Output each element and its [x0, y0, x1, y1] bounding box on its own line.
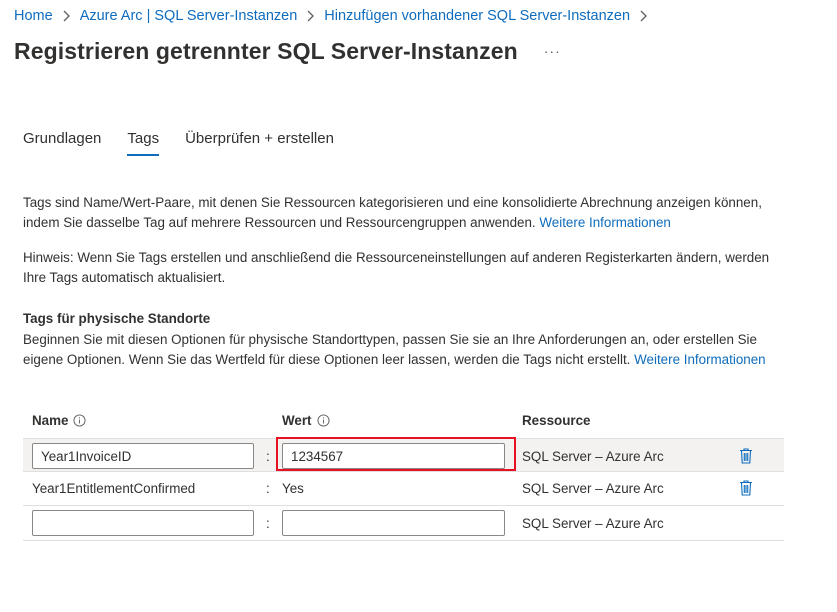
chevron-right-icon: [62, 10, 71, 22]
separator: :: [266, 481, 270, 496]
resource-text: SQL Server – Azure Arc: [522, 516, 664, 531]
header-name: Name: [32, 413, 87, 428]
tag-name-text: Year1EntitlementConfirmed: [32, 481, 196, 496]
separator: :: [266, 449, 270, 464]
tab-bar: Grundlagen Tags Überprüfen + erstellen: [23, 128, 360, 156]
intro-paragraph: Tags sind Name/Wert-Paare, mit denen Sie…: [23, 193, 788, 232]
learn-more-link-2[interactable]: Weitere Informationen: [634, 352, 766, 367]
title-row: Registrieren getrennter SQL Server-Insta…: [14, 34, 561, 68]
delete-icon[interactable]: [738, 447, 754, 465]
chevron-right-icon: [306, 10, 315, 22]
learn-more-link[interactable]: Weitere Informationen: [539, 215, 671, 230]
resource-text: SQL Server – Azure Arc: [522, 449, 664, 464]
separator: :: [266, 516, 270, 531]
section-title: Tags für physische Standorte: [23, 311, 211, 326]
breadcrumb: Home Azure Arc | SQL Server-Instanzen Hi…: [14, 6, 657, 26]
tags-table: Name Wert Ressource Year1InvoiceID : 123…: [23, 404, 784, 541]
note-paragraph: Hinweis: Wenn Sie Tags erstellen und ans…: [23, 250, 770, 285]
tag-value-input[interactable]: 1234567: [282, 443, 505, 469]
more-options-button[interactable]: ···: [544, 44, 561, 58]
delete-icon[interactable]: [738, 479, 754, 497]
breadcrumb-home[interactable]: Home: [14, 8, 53, 24]
header-resource: Ressource: [522, 413, 591, 428]
header-name-label: Name: [32, 413, 69, 428]
header-value-label: Wert: [282, 413, 312, 428]
breadcrumb-azure-arc[interactable]: Azure Arc | SQL Server-Instanzen: [80, 8, 298, 24]
tag-value-input[interactable]: [282, 510, 505, 536]
info-icon[interactable]: [73, 414, 87, 427]
header-value: Wert: [282, 413, 330, 428]
table-row: Year1InvoiceID : 1234567 SQL Server – Az…: [23, 437, 784, 472]
info-icon[interactable]: [316, 414, 330, 427]
breadcrumb-add-instances[interactable]: Hinzufügen vorhandener SQL Server-Instan…: [324, 8, 630, 24]
physical-paragraph: Beginnen Sie mit diesen Optionen für phy…: [23, 330, 788, 369]
resource-text: SQL Server – Azure Arc: [522, 481, 664, 496]
table-header: Name Wert Ressource: [23, 404, 784, 438]
tag-value-text: Yes: [282, 481, 304, 496]
chevron-right-icon: [639, 10, 648, 22]
tag-name-input[interactable]: [32, 510, 254, 536]
page-title: Registrieren getrennter SQL Server-Insta…: [14, 37, 518, 64]
table-row: Year1EntitlementConfirmed : Yes SQL Serv…: [23, 472, 784, 506]
tab-basics[interactable]: Grundlagen: [23, 128, 101, 156]
tab-tags[interactable]: Tags: [127, 128, 159, 156]
tag-name-input[interactable]: Year1InvoiceID: [32, 443, 254, 469]
tab-review-create[interactable]: Überprüfen + erstellen: [185, 128, 334, 156]
table-row: : SQL Server – Azure Arc: [23, 506, 784, 541]
